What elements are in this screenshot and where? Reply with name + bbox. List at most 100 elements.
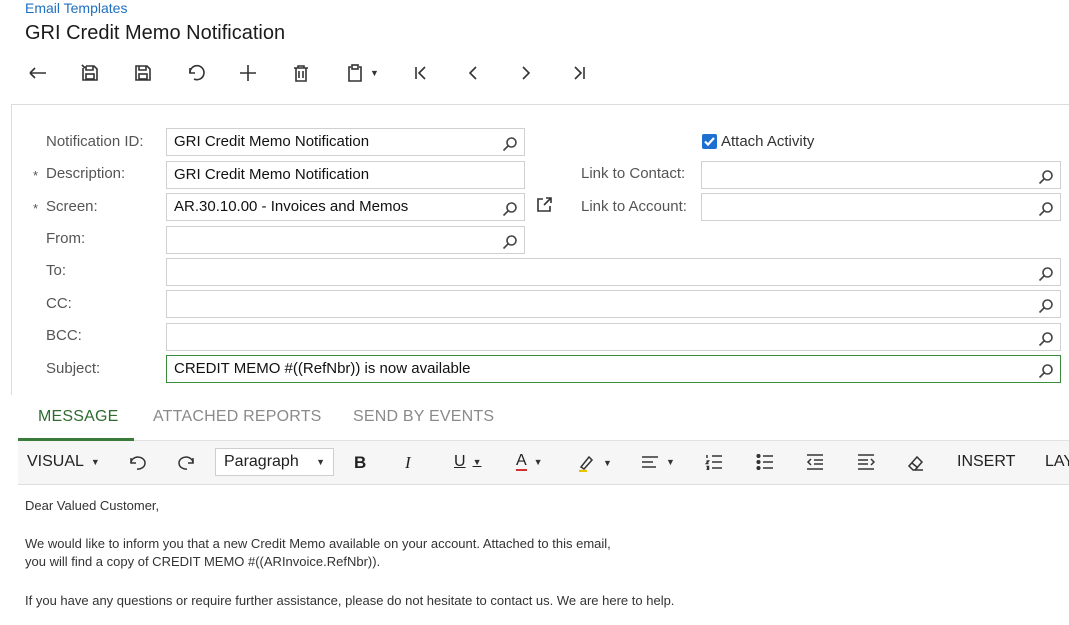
editor-redo-button[interactable] (176, 455, 196, 471)
to-field[interactable] (166, 258, 1061, 286)
message-line[interactable]: Dear Valued Customer, (25, 498, 159, 513)
search-icon[interactable] (1038, 330, 1054, 347)
next-record-button[interactable] (510, 58, 542, 88)
link-to-account-label: Link to Account: (581, 198, 687, 215)
numbered-list-button[interactable] (705, 454, 723, 470)
highlighter-icon (579, 455, 594, 472)
bold-button[interactable]: B (354, 453, 366, 473)
visual-mode-label: VISUAL (27, 453, 84, 470)
insert-label: INSERT (957, 453, 1016, 470)
search-icon[interactable] (1038, 168, 1054, 185)
layout-menu[interactable]: LAY (1045, 453, 1069, 471)
required-marker: * (33, 168, 39, 183)
indent-button[interactable] (857, 454, 875, 470)
undo-icon (189, 64, 205, 81)
italic-button[interactable]: I (405, 453, 411, 473)
bullet-list-icon (756, 454, 773, 470)
subject-label: Subject: (46, 360, 101, 377)
to-label: To: (46, 262, 67, 279)
chevron-down-icon: ▼ (666, 457, 675, 467)
attach-activity-label[interactable]: Attach Activity (721, 133, 814, 150)
bcc-field[interactable] (166, 323, 1061, 351)
font-color-button[interactable]: A ▼ (516, 453, 543, 471)
subject-value: CREDIT MEMO #((RefNbr)) is now available (174, 360, 471, 377)
notification-id-label: Notification ID: (46, 133, 144, 150)
save-icon (135, 65, 151, 81)
subject-field[interactable]: CREDIT MEMO #((RefNbr)) is now available (166, 355, 1061, 383)
search-icon[interactable] (1038, 362, 1054, 379)
align-button[interactable]: ▼ (641, 455, 675, 469)
bold-icon: B (354, 453, 367, 472)
tab-message[interactable]: MESSAGE (38, 408, 119, 426)
chevron-down-icon: ▼ (370, 68, 379, 78)
message-line[interactable]: you will find a copy of CREDIT MEMO #((A… (25, 554, 380, 569)
previous-record-icon (468, 66, 477, 80)
first-record-button[interactable] (405, 58, 437, 88)
save-button[interactable] (127, 58, 159, 88)
notification-id-field[interactable]: GRI Credit Memo Notification (166, 128, 525, 156)
outdent-button[interactable] (806, 454, 824, 470)
from-label: From: (46, 230, 86, 247)
add-button[interactable] (232, 58, 264, 88)
description-label: Description: (46, 165, 126, 182)
screen-field[interactable]: AR.30.10.00 - Invoices and Memos (166, 193, 525, 221)
insert-menu[interactable]: INSERT (957, 453, 1015, 471)
save-close-button[interactable] (74, 58, 106, 88)
add-icon (240, 65, 256, 81)
from-field[interactable] (166, 226, 525, 254)
back-button[interactable] (22, 58, 54, 88)
attach-activity-checkbox[interactable] (702, 134, 717, 149)
back-icon (29, 67, 46, 79)
underline-icon: U (454, 453, 466, 470)
tab-send-by-events[interactable]: SEND BY EVENTS (353, 408, 494, 426)
link-to-contact-field[interactable] (701, 161, 1061, 189)
message-line[interactable]: If you have any questions or require fur… (25, 593, 674, 608)
font-color-icon: A (516, 452, 527, 471)
highlight-button[interactable]: ▼ (578, 454, 612, 472)
search-icon[interactable] (502, 233, 518, 250)
paragraph-format-value: Paragraph (224, 453, 299, 470)
numbered-list-icon (705, 455, 722, 470)
cc-field[interactable] (166, 290, 1061, 318)
search-icon[interactable] (1038, 200, 1054, 217)
chevron-down-icon: ▼ (472, 457, 482, 467)
required-marker: * (33, 201, 39, 216)
cc-label: CC: (46, 295, 72, 312)
clear-formatting-button[interactable] (907, 454, 925, 472)
tab-attached-reports[interactable]: ATTACHED REPORTS (153, 408, 322, 426)
last-record-button[interactable] (563, 58, 595, 88)
description-field[interactable]: GRI Credit Memo Notification (166, 161, 525, 189)
chevron-down-icon: ▼ (533, 457, 543, 467)
clipboard-menu-button[interactable]: ▼ (340, 58, 386, 88)
first-record-icon (415, 66, 426, 80)
link-to-contact-label: Link to Contact: (581, 165, 686, 182)
underline-button[interactable]: U ▼ (454, 453, 481, 471)
screen-value: AR.30.10.00 - Invoices and Memos (174, 198, 409, 215)
open-screen-link[interactable] (536, 196, 554, 214)
message-line[interactable]: We would like to inform you that a new C… (25, 536, 611, 551)
link-to-account-field[interactable] (701, 193, 1061, 221)
outdent-icon (806, 454, 823, 470)
undo-icon (130, 456, 146, 470)
align-left-icon (642, 456, 658, 468)
editor-undo-button[interactable] (128, 455, 148, 471)
bullet-list-button[interactable] (756, 454, 774, 470)
previous-record-button[interactable] (457, 58, 489, 88)
next-record-icon (522, 66, 531, 80)
indent-icon (858, 454, 875, 470)
undo-button[interactable] (180, 58, 212, 88)
chevron-down-icon: ▼ (316, 457, 325, 467)
search-icon[interactable] (1038, 297, 1054, 314)
checkmark-icon (704, 137, 715, 147)
visual-mode-dropdown[interactable]: VISUAL ▼ (27, 453, 100, 471)
paragraph-format-select[interactable]: Paragraph ▼ (215, 448, 334, 476)
search-icon[interactable] (502, 200, 518, 217)
search-icon[interactable] (502, 135, 518, 152)
clipboard-icon (348, 64, 362, 82)
search-icon[interactable] (1038, 265, 1054, 282)
last-record-icon (574, 66, 585, 80)
screen-label: Screen: (46, 198, 98, 215)
breadcrumb[interactable]: Email Templates (25, 0, 127, 16)
redo-icon (178, 456, 194, 470)
delete-button[interactable] (285, 58, 317, 88)
